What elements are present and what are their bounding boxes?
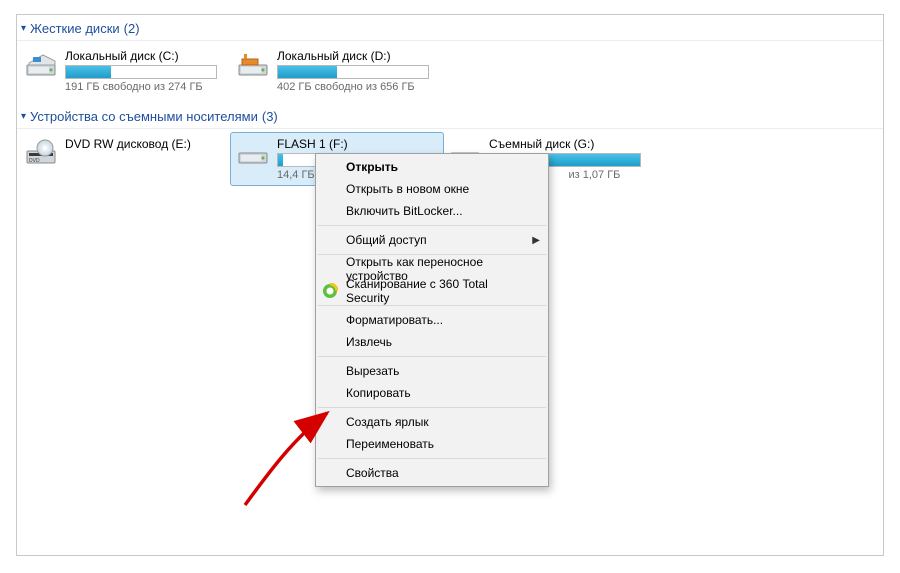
menu-item-format[interactable]: Форматировать... bbox=[316, 309, 548, 331]
menu-separator bbox=[318, 225, 546, 226]
menu-separator bbox=[318, 305, 546, 306]
menu-separator bbox=[318, 356, 546, 357]
capacity-fill bbox=[66, 66, 111, 78]
menu-item-open[interactable]: Открыть bbox=[316, 156, 548, 178]
drive-label: DVD RW дисковод (E:) bbox=[65, 137, 191, 151]
section-header-removable[interactable]: ▾ Устройства со съемными носителями (3) bbox=[17, 103, 883, 129]
drive-dvd[interactable]: DVD DVD RW дисковод (E:) bbox=[19, 133, 231, 185]
menu-separator bbox=[318, 458, 546, 459]
section-title: Жесткие диски bbox=[30, 21, 120, 36]
capacity-fill bbox=[278, 154, 283, 166]
drive-label: FLASH 1 (F:) bbox=[277, 137, 429, 151]
section-title: Устройства со съемными носителями bbox=[30, 109, 258, 124]
capacity-fill bbox=[278, 66, 337, 78]
menu-item-cut[interactable]: Вырезать bbox=[316, 360, 548, 382]
drive-label: Локальный диск (D:) bbox=[277, 49, 429, 63]
drive-subtext: 191 ГБ свободно из 274 ГБ bbox=[65, 81, 217, 93]
drive-d[interactable]: Локальный диск (D:) 402 ГБ свободно из 6… bbox=[231, 45, 443, 97]
menu-item-eject[interactable]: Извлечь bbox=[316, 331, 548, 353]
drive-label: Съемный диск (G:) bbox=[489, 137, 641, 151]
menu-item-rename[interactable]: Переименовать bbox=[316, 433, 548, 455]
menu-item-scan-360[interactable]: Сканирование с 360 Total Security bbox=[316, 280, 548, 302]
svg-text:DVD: DVD bbox=[29, 158, 40, 164]
menu-item-create-shortcut[interactable]: Создать ярлык bbox=[316, 411, 548, 433]
menu-item-share[interactable]: Общий доступ▶ bbox=[316, 229, 548, 251]
menu-item-open-new-window[interactable]: Открыть в новом окне bbox=[316, 178, 548, 200]
menu-item-properties[interactable]: Свойства bbox=[316, 462, 548, 484]
menu-item-copy[interactable]: Копировать bbox=[316, 382, 548, 404]
dvd-drive-icon: DVD bbox=[25, 137, 57, 169]
chevron-down-icon: ▾ bbox=[21, 23, 26, 34]
capacity-bar bbox=[277, 65, 429, 79]
menu-item-bitlocker[interactable]: Включить BitLocker... bbox=[316, 200, 548, 222]
section-count: (3) bbox=[262, 109, 278, 124]
capacity-bar bbox=[65, 65, 217, 79]
chevron-down-icon: ▾ bbox=[21, 111, 26, 122]
removable-drive-icon bbox=[237, 137, 269, 169]
drive-label: Локальный диск (C:) bbox=[65, 49, 217, 63]
hdd-icon bbox=[237, 49, 269, 81]
section-header-hdd[interactable]: ▾ Жесткие диски (2) bbox=[17, 15, 883, 41]
menu-separator bbox=[318, 407, 546, 408]
360-security-icon bbox=[322, 283, 338, 299]
drive-subtext: 402 ГБ свободно из 656 ГБ bbox=[277, 81, 429, 93]
submenu-arrow-icon: ▶ bbox=[532, 235, 540, 246]
hdd-grid: Локальный диск (C:) 191 ГБ свободно из 2… bbox=[17, 41, 883, 103]
hdd-icon bbox=[25, 49, 57, 81]
context-menu: Открыть Открыть в новом окне Включить Bi… bbox=[315, 153, 549, 487]
section-count: (2) bbox=[124, 21, 140, 36]
explorer-window: ▾ Жесткие диски (2) Локальный диск (C:) … bbox=[16, 14, 884, 556]
drive-c[interactable]: Локальный диск (C:) 191 ГБ свободно из 2… bbox=[19, 45, 231, 97]
